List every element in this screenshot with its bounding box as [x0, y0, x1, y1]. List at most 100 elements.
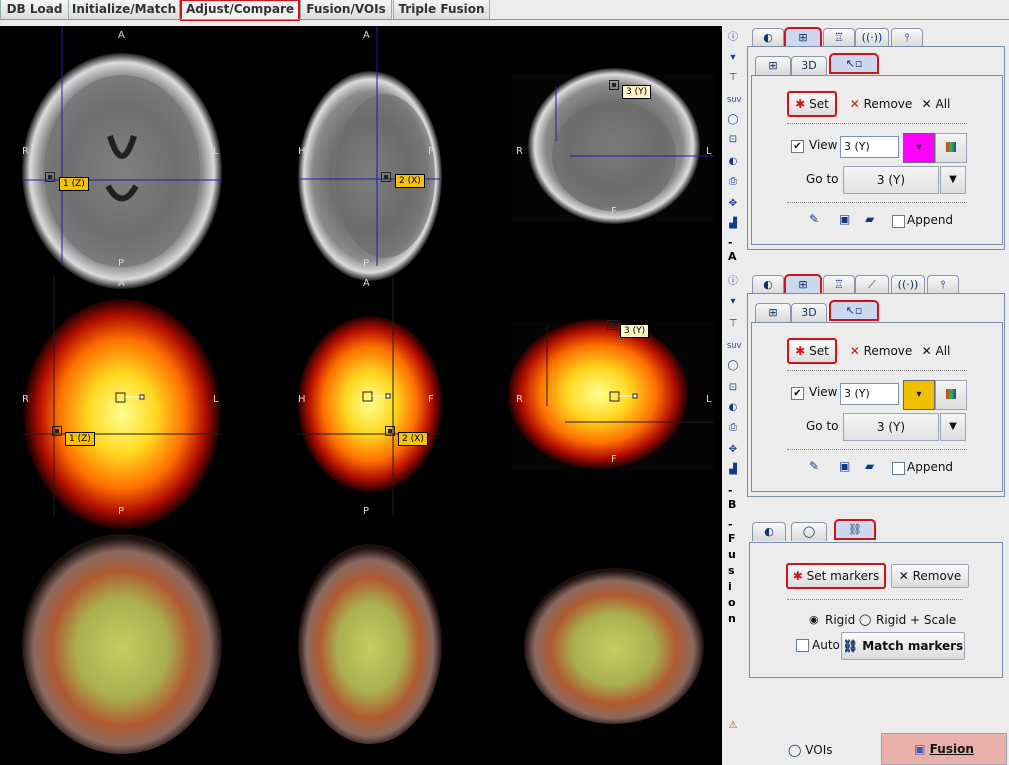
marker-2-pet-handle[interactable]	[385, 426, 395, 436]
tab-fusion-vois[interactable]: Fusion/VOIs	[300, 0, 392, 20]
panel-a-tab-tube[interactable]: ⫯	[891, 28, 923, 47]
panel-b-tab-signal[interactable]: ((·))	[891, 275, 925, 294]
set-markers-button[interactable]: ✱ Set markers	[786, 563, 886, 589]
fusion-mode-button[interactable]: ▣ Fusion	[881, 733, 1007, 765]
panel-a-view-field[interactable]: 3 (Y)	[840, 136, 899, 158]
fusion-tab-circle[interactable]: ◯	[791, 522, 827, 541]
panel-a-remove-button[interactable]: ✕ Remove	[847, 93, 915, 115]
panel-a-goto-dropdown[interactable]: ▼	[940, 166, 966, 194]
panel-a-tab-signal[interactable]: ((·))	[855, 28, 889, 47]
panel-a-view-checkbox[interactable]: ✔	[791, 140, 804, 153]
eraser-icon[interactable]: ✎	[809, 212, 819, 226]
panel-a-goto-combo[interactable]: 3 (Y)	[843, 166, 939, 194]
panel-a-tab-markers[interactable]: ⊞	[784, 27, 822, 48]
fusion-tab-markers[interactable]: ⛓	[834, 519, 876, 540]
panel-a-subtab-pointer[interactable]: ↖▫	[829, 53, 879, 74]
orient-l-4: L	[213, 394, 219, 405]
fusion-coronal[interactable]	[524, 568, 704, 724]
zoom-icon-b[interactable]: ⊡	[727, 382, 739, 394]
contrast-icon-b[interactable]: ◐	[727, 402, 739, 414]
info-icon-b[interactable]: ⓘ	[727, 276, 739, 288]
pet-coronal[interactable]	[508, 319, 714, 471]
panel-b-color-picker[interactable]: ▾	[903, 380, 935, 410]
panel-b-all-button[interactable]: ✕ All	[919, 340, 953, 362]
pet-axial[interactable]	[24, 299, 220, 529]
reset-icon-b[interactable]: ⊤	[727, 318, 739, 330]
match-markers-button[interactable]: ⛓ Match markers	[841, 632, 965, 660]
panel-b-subtab-pointer[interactable]: ↖▫	[829, 300, 879, 321]
panel-b-tab-markers[interactable]: ⊞	[784, 274, 822, 295]
fusion-tab-contrast[interactable]: ◐	[752, 522, 786, 541]
pan-icon-b[interactable]: ✥	[727, 444, 739, 456]
tab-db-load[interactable]: DB Load	[0, 0, 69, 20]
panel-b-tab-chart[interactable]: ⟋	[855, 275, 889, 294]
tab-triple-fusion[interactable]: Triple Fusion	[393, 0, 490, 20]
segment-fusion-n: n	[728, 612, 736, 625]
panel-b-subtab-3d[interactable]: 3D	[791, 303, 827, 322]
contrast-icon[interactable]: ◐	[727, 156, 739, 168]
suv-icon-b[interactable]: SUV	[727, 340, 741, 352]
marker-3-handle[interactable]	[609, 80, 619, 90]
alarm-icon[interactable]: ⚠	[727, 720, 739, 732]
suv-icon[interactable]: SUV	[727, 94, 741, 106]
mri-axial[interactable]	[22, 53, 222, 289]
rigid-scale-radio[interactable]: ◯	[859, 613, 871, 626]
zoom-icon[interactable]: ⊡	[727, 134, 739, 146]
histogram-icon-b[interactable]: ▟	[727, 464, 739, 476]
panel-b-set-button[interactable]: ✱ Set	[787, 338, 837, 364]
save-icon[interactable]: ▣	[839, 212, 850, 226]
rigid-radio[interactable]: ◉	[809, 613, 819, 626]
panel-b-goto-dropdown[interactable]: ▼	[940, 413, 966, 441]
fusion-axial[interactable]	[22, 534, 222, 754]
fusion-sagittal[interactable]	[298, 544, 442, 744]
print-icon-b[interactable]: ⎙	[727, 422, 739, 434]
panel-b-remove-button[interactable]: ✕ Remove	[847, 340, 915, 362]
pet-sagittal[interactable]	[298, 316, 442, 492]
panel-a-all-button[interactable]: ✕ All	[919, 93, 953, 115]
image-viewer[interactable]: A P R L A P H F R L F A P R L A P H F R …	[0, 26, 722, 765]
panel-a-append-checkbox[interactable]	[892, 215, 905, 228]
panel-a-set-button[interactable]: ✱ Set	[787, 91, 837, 117]
dropdown-icon[interactable]: ▾	[727, 52, 739, 64]
panel-a-subtab-3d[interactable]: 3D	[791, 56, 827, 75]
mri-coronal[interactable]	[512, 68, 714, 224]
histogram-icon[interactable]: ▟	[727, 218, 739, 230]
segment-fusion-f: F	[728, 532, 736, 545]
panel-b-subtab-grid[interactable]: ⊞	[755, 303, 791, 322]
ellipse-icon[interactable]: ◯	[727, 114, 739, 126]
panel-a-palette-button[interactable]	[935, 133, 967, 163]
tab-initialize-match[interactable]: Initialize/Match	[68, 0, 180, 20]
marker-1-pet-handle[interactable]	[52, 426, 62, 436]
panel-a-tab-robot[interactable]: ♖	[823, 28, 855, 47]
save-icon-b[interactable]: ▣	[839, 459, 850, 473]
vois-button[interactable]: ◯ VOIs	[788, 740, 858, 760]
panel-b-view-checkbox[interactable]: ✔	[791, 387, 804, 400]
eraser-icon-b[interactable]: ✎	[809, 459, 819, 473]
image-grid[interactable]	[0, 26, 722, 765]
panel-b-palette-button[interactable]	[935, 380, 967, 410]
print-icon[interactable]: ⎙	[727, 176, 739, 188]
marker-1-handle[interactable]	[45, 172, 55, 182]
panel-b-view-field[interactable]: 3 (Y)	[840, 383, 899, 405]
panel-b-append-checkbox[interactable]	[892, 462, 905, 475]
auto-checkbox[interactable]	[796, 639, 809, 652]
fusion-remove-button[interactable]: ✕ Remove	[891, 564, 969, 588]
marker-3-pet-handle[interactable]	[607, 320, 617, 330]
info-icon[interactable]: ⓘ	[727, 32, 739, 44]
dropdown-icon-b[interactable]: ▾	[727, 296, 739, 308]
panel-b-goto-combo[interactable]: 3 (Y)	[843, 413, 939, 441]
panel-b-tab-contrast[interactable]: ◐	[752, 275, 784, 294]
pan-icon[interactable]: ✥	[727, 198, 739, 210]
panel-a-color-picker[interactable]: ▾	[903, 133, 935, 163]
panel-b: ◐ ⊞ ♖ ⟋ ((·)) ⫯ ⊞ 3D ↖▫ ✱ Set ✕ Remove ✕…	[747, 273, 1005, 497]
panel-b-tab-robot[interactable]: ♖	[823, 275, 855, 294]
panel-a-tab-contrast[interactable]: ◐	[752, 28, 784, 47]
tab-adjust-compare[interactable]: Adjust/Compare	[180, 0, 300, 21]
open-folder-icon-b[interactable]: ▰	[865, 459, 874, 473]
reset-icon[interactable]: ⊤	[727, 72, 739, 84]
open-folder-icon[interactable]: ▰	[865, 212, 874, 226]
marker-2-handle[interactable]	[381, 172, 391, 182]
panel-a-subtab-grid[interactable]: ⊞	[755, 56, 791, 75]
ellipse-icon-b[interactable]: ◯	[727, 360, 739, 372]
panel-b-tab-tube[interactable]: ⫯	[927, 275, 959, 294]
